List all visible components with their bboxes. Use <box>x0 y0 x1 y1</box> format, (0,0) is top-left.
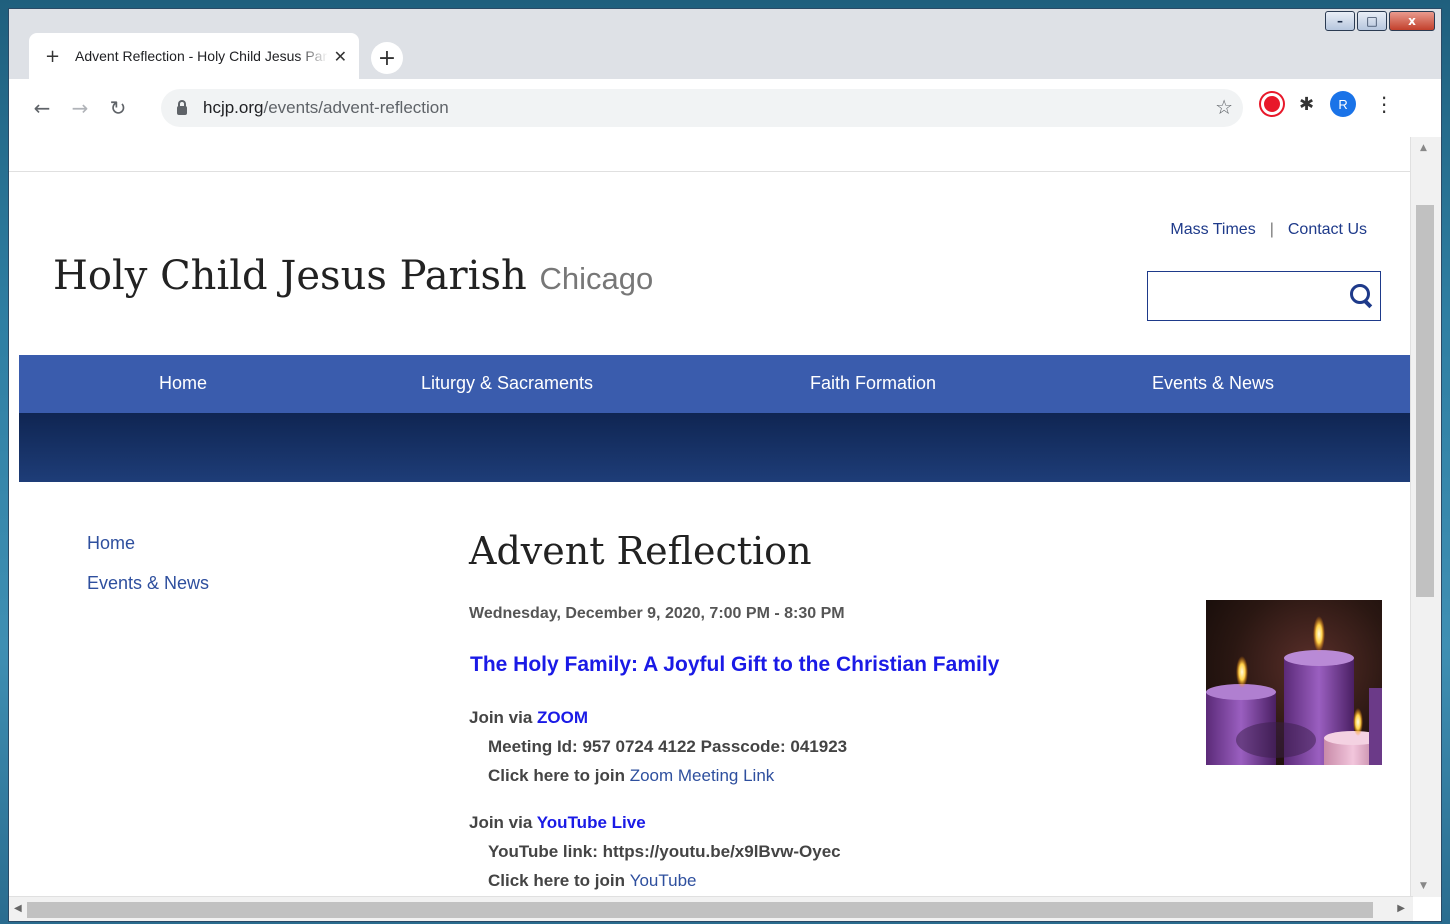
youtube-click-line: Click here to join YouTube <box>488 871 697 890</box>
scroll-down-icon[interactable]: ▼ <box>1420 881 1427 891</box>
scroll-right-icon[interactable]: ▶ <box>1397 903 1405 914</box>
puzzle-icon[interactable]: ✱ <box>1299 94 1314 115</box>
advent-candles-image <box>1206 600 1382 765</box>
site-search <box>1147 271 1381 321</box>
toolbar-icons: ✱ R ⋮ <box>1261 91 1394 117</box>
divider <box>9 171 1411 172</box>
mass-times-link[interactable]: Mass Times <box>1170 221 1255 239</box>
top-links: Mass Times | Contact Us <box>1170 221 1367 239</box>
browser-window: – □ x + Advent Reflection - Holy Child J… <box>8 8 1442 922</box>
site-name: Holy Child Jesus Parish <box>53 253 527 299</box>
window-close-button[interactable]: x <box>1389 11 1435 31</box>
star-icon[interactable]: ☆ <box>1215 95 1233 119</box>
side-link-events-news[interactable]: Events & News <box>87 573 209 594</box>
window-controls: – □ x <box>1325 11 1435 31</box>
zoom-click-line: Click here to join Zoom Meeting Link <box>488 766 775 785</box>
scroll-left-icon[interactable]: ◀ <box>14 903 22 914</box>
close-icon[interactable]: ✕ <box>334 47 347 66</box>
lock-icon <box>177 100 187 115</box>
search-icon[interactable] <box>1350 284 1370 304</box>
tab-title: Advent Reflection - Holy Child Jesus Par… <box>75 48 328 64</box>
browser-tab[interactable]: + Advent Reflection - Holy Child Jesus P… <box>29 33 359 79</box>
search-input[interactable] <box>1154 272 1348 320</box>
maximize-button[interactable]: □ <box>1357 11 1387 31</box>
site-logo[interactable]: Holy Child Jesus Parish Chicago <box>53 253 653 299</box>
nav-faith-formation[interactable]: Faith Formation <box>810 373 936 394</box>
nav-liturgy-sacraments[interactable]: Liturgy & Sacraments <box>421 373 593 394</box>
zoom-meeting-info: Meeting Id: 957 0724 4122 Passcode: 0419… <box>488 737 848 756</box>
event-subtitle: The Holy Family: A Joyful Gift to the Ch… <box>470 653 1000 676</box>
zoom-meeting-link[interactable]: Zoom Meeting Link <box>630 766 775 785</box>
scrollbar-thumb[interactable] <box>1416 205 1434 597</box>
scroll-up-icon[interactable]: ▲ <box>1420 143 1427 153</box>
vertical-scrollbar[interactable]: ▲ ▼ <box>1410 137 1441 897</box>
browser-toolbar: ← → ↻ hcjp.org/events/advent-reflection … <box>9 79 1441 137</box>
event-datetime: Wednesday, December 9, 2020, 7:00 PM - 8… <box>469 605 845 622</box>
record-icon[interactable] <box>1261 93 1283 115</box>
nav-home[interactable]: Home <box>159 373 207 394</box>
hscroll-thumb[interactable] <box>27 902 1373 918</box>
forward-arrow-icon[interactable]: → <box>63 91 97 125</box>
header-band <box>19 413 1412 482</box>
youtube-join-line: Join via YouTube Live <box>469 813 646 832</box>
youtube-url-line: YouTube link: https://youtu.be/x9lBvw-Oy… <box>488 842 841 861</box>
youtube-link[interactable]: YouTube <box>630 871 697 890</box>
page-title: Advent Reflection <box>469 529 812 573</box>
avatar[interactable]: R <box>1330 91 1357 117</box>
horizontal-scrollbar[interactable]: ◀ ▶ <box>9 896 1413 921</box>
link-separator: | <box>1269 221 1274 238</box>
main-nav: Home Liturgy & Sacraments Faith Formatio… <box>19 355 1412 413</box>
minimize-button[interactable]: – <box>1325 11 1355 31</box>
side-link-home[interactable]: Home <box>87 533 135 554</box>
site-city: Chicago <box>539 261 654 296</box>
nav-events-news[interactable]: Events & News <box>1152 373 1274 394</box>
back-arrow-icon[interactable]: ← <box>25 91 59 125</box>
contact-us-link[interactable]: Contact Us <box>1288 221 1367 239</box>
zoom-join-line: Join via ZOOM <box>469 708 589 727</box>
youtube-live-link[interactable]: YouTube Live <box>537 813 646 832</box>
address-url[interactable]: hcjp.org/events/advent-reflection <box>203 98 449 118</box>
plus-icon: + <box>45 45 61 67</box>
page-viewport: Holy Child Jesus Parish Chicago Mass Tim… <box>9 137 1441 921</box>
reload-icon[interactable]: ↻ <box>101 91 135 125</box>
zoom-link[interactable]: ZOOM <box>537 708 588 727</box>
new-tab-button[interactable]: + <box>371 42 403 74</box>
address-bar[interactable]: hcjp.org/events/advent-reflection ☆ <box>161 89 1243 127</box>
kebab-menu-icon[interactable]: ⋮ <box>1374 92 1394 116</box>
